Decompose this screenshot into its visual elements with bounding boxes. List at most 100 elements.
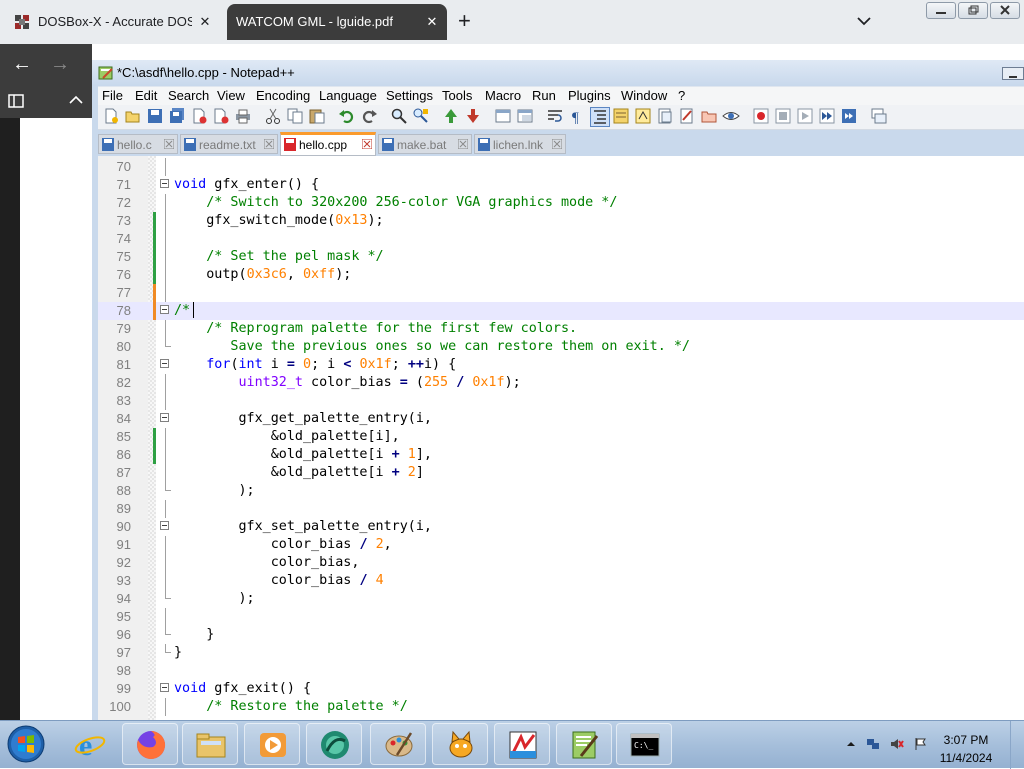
code-line[interactable]: 98	[98, 662, 1024, 680]
doc-map-icon[interactable]	[612, 107, 630, 125]
record-macro-icon[interactable]	[752, 107, 770, 125]
code-line[interactable]: 73 gfx_switch_mode(0x13);	[98, 212, 1024, 230]
code-text[interactable]: void gfx_enter() {	[174, 176, 319, 194]
code-line[interactable]: 93 color_bias / 4	[98, 572, 1024, 590]
indent-guide-icon[interactable]	[590, 107, 610, 127]
minimize-button[interactable]	[1002, 67, 1024, 80]
code-text[interactable]: void gfx_exit() {	[174, 680, 311, 698]
code-text[interactable]: &old_palette[i + 2]	[174, 464, 424, 482]
menu-encoding[interactable]: Encoding	[256, 88, 310, 103]
code-text[interactable]: gfx_get_palette_entry(i,	[174, 410, 432, 428]
menu-language[interactable]: Language	[319, 88, 377, 103]
code-line[interactable]: 80 Save the previous ones so we can rest…	[98, 338, 1024, 356]
fold-toggle-icon[interactable]	[160, 305, 169, 314]
code-text[interactable]: }	[174, 644, 182, 662]
restore-button[interactable]	[958, 2, 988, 19]
menu-file[interactable]: File	[102, 88, 123, 103]
file-tab-hello-cpp[interactable]: hello.cpp	[280, 132, 376, 156]
close-file-icon[interactable]	[190, 107, 208, 125]
start-button[interactable]	[6, 724, 46, 764]
code-line[interactable]: 74	[98, 230, 1024, 248]
code-line[interactable]: 94 );	[98, 590, 1024, 608]
function-list-icon[interactable]	[634, 107, 652, 125]
new-tab-button[interactable]: +	[458, 10, 471, 32]
code-text[interactable]: );	[174, 590, 254, 608]
sidebar-panel-icon[interactable]	[8, 94, 24, 108]
taskbar-paint[interactable]	[370, 723, 426, 765]
save-all-icon[interactable]	[168, 107, 186, 125]
code-line[interactable]: 99 void gfx_exit() {	[98, 680, 1024, 698]
new-file-icon[interactable]	[102, 107, 120, 125]
code-text[interactable]: );	[174, 482, 254, 500]
code-line[interactable]: 83	[98, 392, 1024, 410]
close-icon[interactable]	[264, 139, 274, 149]
cut-icon[interactable]	[264, 107, 282, 125]
code-line[interactable]: 92 color_bias,	[98, 554, 1024, 572]
close-icon[interactable]	[362, 139, 372, 149]
fold-toggle-icon[interactable]	[160, 359, 169, 368]
code-line[interactable]: 81 for(int i = 0; i < 0x1f; ++i) {	[98, 356, 1024, 374]
file-tab-hello-c[interactable]: hello.c	[98, 134, 178, 154]
code-line[interactable]: 79 /* Reprogram palette for the first fe…	[98, 320, 1024, 338]
code-text[interactable]: color_bias / 4	[174, 572, 384, 590]
code-text[interactable]: &old_palette[i + 1],	[174, 446, 432, 464]
menu-settings[interactable]: Settings	[386, 88, 433, 103]
code-line[interactable]: 77	[98, 284, 1024, 302]
volume-muted-icon[interactable]	[890, 737, 904, 751]
file-tab-lichen-lnk[interactable]: lichen.lnk	[474, 134, 566, 154]
back-button[interactable]: ←	[12, 54, 36, 74]
play-macro-icon[interactable]	[796, 107, 814, 125]
code-line[interactable]: 100 /* Restore the palette */	[98, 698, 1024, 716]
code-line[interactable]: 86 &old_palette[i + 1],	[98, 446, 1024, 464]
close-icon[interactable]	[164, 139, 174, 149]
code-text[interactable]: }	[174, 626, 214, 644]
fold-toggle-icon[interactable]	[160, 179, 169, 188]
replace-icon[interactable]	[412, 107, 430, 125]
browser-tab-lguide[interactable]: WATCOM GML - lguide.pdf ✕	[227, 4, 447, 40]
code-text[interactable]: gfx_set_palette_entry(i,	[174, 518, 432, 536]
close-window-button[interactable]	[990, 2, 1020, 19]
preview-eye-icon[interactable]	[722, 107, 740, 125]
code-line[interactable]: 84 gfx_get_palette_entry(i,	[98, 410, 1024, 428]
paste-icon[interactable]	[308, 107, 326, 125]
fold-toggle-icon[interactable]	[160, 521, 169, 530]
sync-horizontal-icon[interactable]	[516, 107, 534, 125]
code-editor[interactable]: 70 71 void gfx_enter() {72 /* Switch to 32…	[98, 156, 1024, 720]
copy-icon[interactable]	[286, 107, 304, 125]
taskbar-file-explorer[interactable]	[182, 723, 238, 765]
code-line[interactable]: 85 &old_palette[i],	[98, 428, 1024, 446]
browser-tab-dosbox[interactable]: DOSBox-X - Accurate DOS emu ✕	[6, 6, 220, 38]
zoom-out-icon[interactable]	[464, 107, 482, 125]
chevron-up-icon[interactable]	[68, 94, 84, 106]
show-all-characters-icon[interactable]: ¶	[568, 107, 586, 125]
close-icon[interactable]: ✕	[198, 6, 212, 38]
monitoring-icon[interactable]	[678, 107, 696, 125]
code-line[interactable]: 97}	[98, 644, 1024, 662]
code-text[interactable]: color_bias,	[174, 554, 360, 572]
code-line[interactable]: 95	[98, 608, 1024, 626]
window-list-icon[interactable]	[870, 107, 888, 125]
chevron-down-icon[interactable]	[855, 14, 873, 28]
code-line[interactable]: 89	[98, 500, 1024, 518]
stop-macro-icon[interactable]	[774, 107, 792, 125]
code-text[interactable]: /* Reprogram palette for the first few c…	[174, 320, 577, 338]
find-icon[interactable]	[390, 107, 408, 125]
code-line[interactable]: 91 color_bias / 2,	[98, 536, 1024, 554]
clock-date[interactable]: 11/4/2024	[936, 751, 996, 765]
code-line[interactable]: 71 void gfx_enter() {	[98, 176, 1024, 194]
redo-icon[interactable]	[360, 107, 378, 125]
project-folder-icon[interactable]	[700, 107, 718, 125]
close-icon[interactable]	[552, 139, 562, 149]
code-text[interactable]: /* Set the pel mask */	[174, 248, 383, 266]
save-macro-icon[interactable]	[840, 107, 858, 125]
minimize-button[interactable]	[926, 2, 956, 19]
menu-macro[interactable]: Macro	[485, 88, 521, 103]
code-text[interactable]: color_bias / 2,	[174, 536, 392, 554]
code-line[interactable]: 78 /*	[98, 302, 1024, 320]
code-text[interactable]: &old_palette[i],	[174, 428, 400, 446]
print-icon[interactable]	[234, 107, 252, 125]
close-all-icon[interactable]	[212, 107, 230, 125]
code-line[interactable]: 82 uint32_t color_bias = (255 / 0x1f);	[98, 374, 1024, 392]
taskbar-app-teal[interactable]	[306, 723, 362, 765]
menu-search[interactable]: Search	[168, 88, 209, 103]
